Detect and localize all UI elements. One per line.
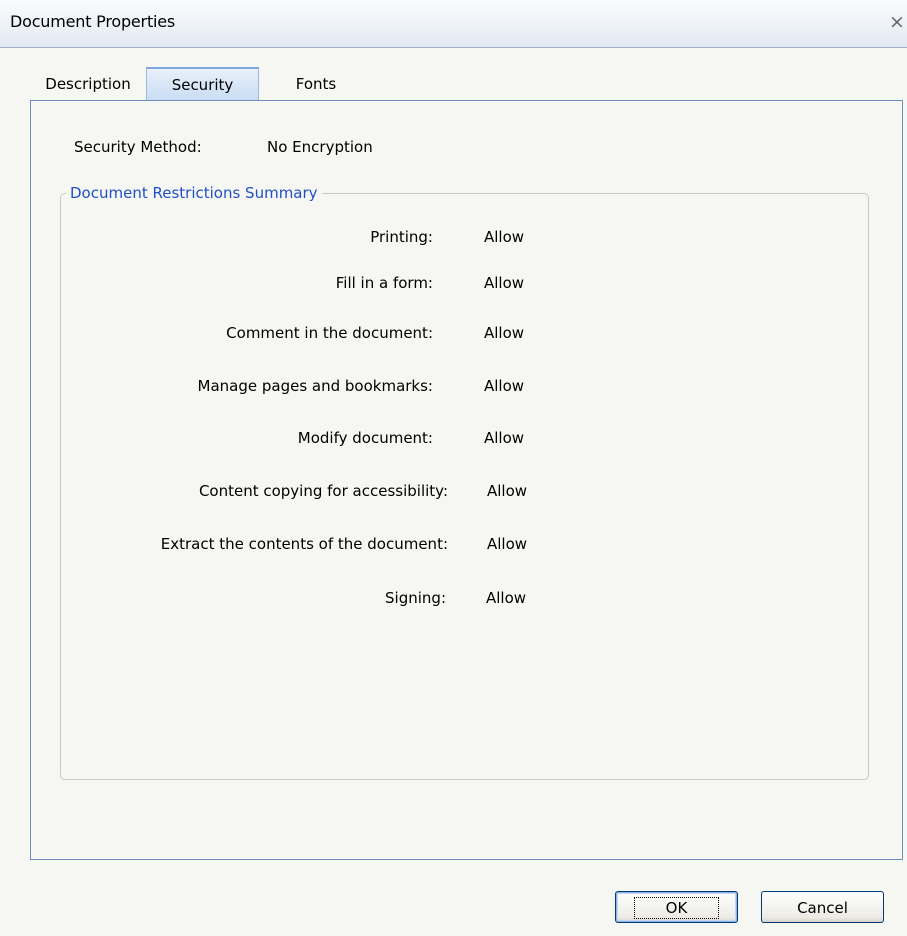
tab-security[interactable]: Security xyxy=(146,67,259,101)
restriction-value-modify: Allow xyxy=(484,429,525,447)
restriction-value-content-copying: Allow xyxy=(487,482,528,500)
title-bar: Document Properties × xyxy=(0,0,907,48)
restriction-value-fill-form: Allow xyxy=(484,274,525,292)
restrictions-group-title: Document Restrictions Summary xyxy=(66,184,322,202)
restriction-value-manage-pages: Allow xyxy=(484,377,525,395)
ok-button-label: OK xyxy=(633,897,720,919)
restriction-label-comment: Comment in the document: xyxy=(226,324,433,342)
restriction-label-content-copying: Content copying for accessibility: xyxy=(198,482,448,500)
restriction-value-comment: Allow xyxy=(484,324,525,342)
cancel-button[interactable]: Cancel xyxy=(761,891,884,923)
restriction-label-fill-form: Fill in a form: xyxy=(335,274,433,292)
restriction-value-extract: Allow xyxy=(487,535,528,553)
restrictions-group-box xyxy=(60,193,869,780)
tab-description[interactable]: Description xyxy=(32,68,144,100)
tab-fonts[interactable]: Fonts xyxy=(264,68,368,100)
restriction-label-signing: Signing: xyxy=(385,589,446,607)
close-icon[interactable]: × xyxy=(887,12,907,32)
security-method-label: Security Method: xyxy=(74,138,202,156)
restriction-label-manage-pages: Manage pages and bookmarks: xyxy=(197,377,433,395)
restriction-label-printing: Printing: xyxy=(370,228,433,246)
restriction-value-signing: Allow xyxy=(486,589,527,607)
document-properties-dialog: Document Properties × Description Securi… xyxy=(0,0,907,936)
restriction-value-printing: Allow xyxy=(484,228,525,246)
ok-button[interactable]: OK xyxy=(615,891,738,923)
dialog-title: Document Properties xyxy=(10,12,176,31)
restriction-label-extract: Extract the contents of the document: xyxy=(160,535,448,553)
security-method-value: No Encryption xyxy=(267,138,373,156)
restriction-label-modify: Modify document: xyxy=(297,429,433,447)
